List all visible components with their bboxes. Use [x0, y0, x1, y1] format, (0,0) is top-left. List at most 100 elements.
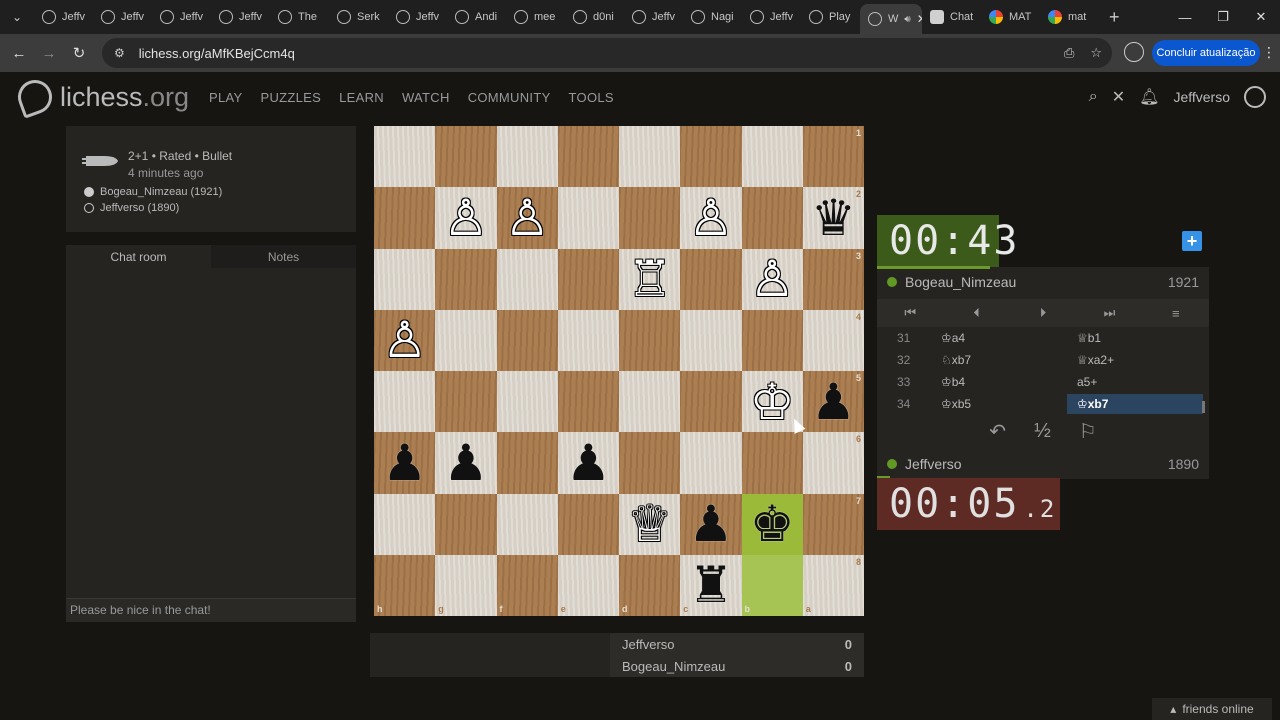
- black-pawn-icon[interactable]: ♟: [688, 499, 733, 549]
- square-b1[interactable]: [741, 126, 803, 188]
- browser-tab[interactable]: mat: [1040, 4, 1099, 30]
- white-move[interactable]: ♔xb5: [931, 397, 1067, 411]
- takeback-icon[interactable]: ↶: [989, 419, 1006, 444]
- black-king-icon[interactable]: ♚: [750, 499, 795, 549]
- new-tab-icon[interactable]: +: [1109, 7, 1120, 28]
- black-move[interactable]: ♕xa2+: [1067, 353, 1203, 367]
- offer-draw-icon[interactable]: ½: [1034, 420, 1051, 443]
- square-e4[interactable]: [557, 309, 619, 371]
- nav-learn[interactable]: LEARN: [339, 90, 384, 105]
- square-a4[interactable]: 4: [802, 309, 864, 371]
- square-g2[interactable]: ♙: [435, 187, 497, 249]
- last-move-icon[interactable]: ⏭: [1076, 299, 1142, 327]
- install-icon[interactable]: ⎙: [1064, 45, 1074, 61]
- white-move[interactable]: ♘xb7: [931, 353, 1067, 367]
- square-d7[interactable]: ♕: [619, 493, 681, 555]
- square-f3[interactable]: [496, 248, 558, 310]
- white-pawn-icon[interactable]: ♙: [382, 315, 427, 365]
- square-g7[interactable]: [435, 493, 497, 555]
- opponent-row[interactable]: Bogeau_Nimzeau 1921: [877, 267, 1209, 297]
- prev-move-icon[interactable]: ⏴: [943, 299, 1009, 327]
- white-move[interactable]: ♔a4: [931, 331, 1067, 345]
- square-h6[interactable]: ♟: [374, 432, 436, 494]
- browser-tab[interactable]: The: [270, 4, 329, 30]
- bookmark-star-icon[interactable]: ☆: [1090, 45, 1102, 61]
- square-c7[interactable]: ♟: [680, 493, 742, 555]
- nav-tools[interactable]: TOOLS: [569, 90, 614, 105]
- black-move[interactable]: ♕b1: [1067, 331, 1203, 345]
- white-pawn-icon[interactable]: ♙: [750, 254, 795, 304]
- audio-playing-icon[interactable]: 🔊︎: [904, 14, 910, 25]
- friends-online-button[interactable]: ▴ friends online: [1152, 698, 1272, 720]
- update-button[interactable]: Concluir atualização: [1152, 40, 1260, 66]
- browser-tab[interactable]: Jeffv: [93, 4, 152, 30]
- black-rook-icon[interactable]: ♜: [688, 560, 733, 610]
- square-c1[interactable]: [680, 126, 742, 188]
- square-h1[interactable]: [374, 126, 436, 188]
- square-c5[interactable]: [680, 371, 742, 433]
- square-f8[interactable]: f: [496, 554, 558, 616]
- black-pawn-icon[interactable]: ♟: [382, 438, 427, 488]
- nav-play[interactable]: PLAY: [209, 90, 242, 105]
- site-info-icon[interactable]: ⚙: [114, 46, 125, 60]
- square-g6[interactable]: ♟: [435, 432, 497, 494]
- white-rook-icon[interactable]: ♖: [627, 254, 672, 304]
- browser-tab[interactable]: d0ni: [565, 4, 624, 30]
- white-queen-icon[interactable]: ♕: [627, 499, 672, 549]
- square-e6[interactable]: ♟: [557, 432, 619, 494]
- square-d6[interactable]: [619, 432, 681, 494]
- black-pawn-icon[interactable]: ♟: [811, 377, 856, 427]
- browser-tab[interactable]: MAT: [981, 4, 1040, 30]
- square-c6[interactable]: [680, 432, 742, 494]
- square-b7[interactable]: ♚: [741, 493, 803, 555]
- square-b6[interactable]: [741, 432, 803, 494]
- next-move-icon[interactable]: ⏵: [1010, 299, 1076, 327]
- restore-icon[interactable]: ❐: [1204, 0, 1242, 34]
- square-a3[interactable]: 3: [802, 248, 864, 310]
- square-g8[interactable]: g: [435, 554, 497, 616]
- browser-tab[interactable]: Jeffv: [34, 4, 93, 30]
- black-pawn-icon[interactable]: ♟: [566, 438, 611, 488]
- resign-flag-icon[interactable]: ⚐: [1079, 419, 1097, 444]
- square-h4[interactable]: ♙: [374, 309, 436, 371]
- lichess-logo[interactable]: lichess.org: [13, 75, 189, 119]
- tab-search-icon[interactable]: ⌄: [0, 0, 34, 34]
- square-a6[interactable]: 6: [802, 432, 864, 494]
- add-time-button[interactable]: +: [1182, 231, 1202, 251]
- notifications-bell-icon[interactable]: 🔔︎: [1139, 87, 1159, 107]
- white-move[interactable]: ♔b4: [931, 375, 1067, 389]
- browser-menu-icon[interactable]: ⋮: [1262, 44, 1276, 61]
- square-f4[interactable]: [496, 309, 558, 371]
- square-a2[interactable]: 2 ♛: [802, 187, 864, 249]
- close-window-icon[interactable]: ✕: [1242, 0, 1280, 34]
- browser-tab[interactable]: mee: [506, 4, 565, 30]
- square-h7[interactable]: [374, 493, 436, 555]
- square-f1[interactable]: [496, 126, 558, 188]
- square-c3[interactable]: [680, 248, 742, 310]
- browser-tab[interactable]: W 🔊︎ ✕: [860, 4, 922, 34]
- square-d3[interactable]: ♖: [619, 248, 681, 310]
- chat-input[interactable]: Please be nice in the chat!: [66, 598, 356, 622]
- player-row[interactable]: Jeffverso 1890: [877, 449, 1209, 479]
- nav-puzzles[interactable]: PUZZLES: [260, 90, 321, 105]
- square-h2[interactable]: [374, 187, 436, 249]
- browser-tab[interactable]: Andi: [447, 4, 506, 30]
- browser-tab[interactable]: Jeffv: [624, 4, 683, 30]
- browser-tab[interactable]: Jeffv: [152, 4, 211, 30]
- square-b2[interactable]: [741, 187, 803, 249]
- nav-watch[interactable]: WATCH: [402, 90, 450, 105]
- white-pawn-icon[interactable]: ♙: [688, 193, 733, 243]
- square-g4[interactable]: [435, 309, 497, 371]
- menu-icon[interactable]: ≡: [1143, 299, 1209, 327]
- tab-notes[interactable]: Notes: [211, 245, 356, 268]
- square-b4[interactable]: [741, 309, 803, 371]
- crosstable-row[interactable]: Jeffverso 0: [610, 633, 864, 655]
- square-a7[interactable]: 7: [802, 493, 864, 555]
- reload-icon[interactable]: ↻: [64, 38, 94, 68]
- crosstable-row[interactable]: Bogeau_Nimzeau 0: [610, 655, 864, 677]
- black-queen-icon[interactable]: ♛: [811, 193, 856, 243]
- square-c8[interactable]: c ♜: [680, 554, 742, 616]
- square-d4[interactable]: [619, 309, 681, 371]
- square-g5[interactable]: [435, 371, 497, 433]
- square-f5[interactable]: [496, 371, 558, 433]
